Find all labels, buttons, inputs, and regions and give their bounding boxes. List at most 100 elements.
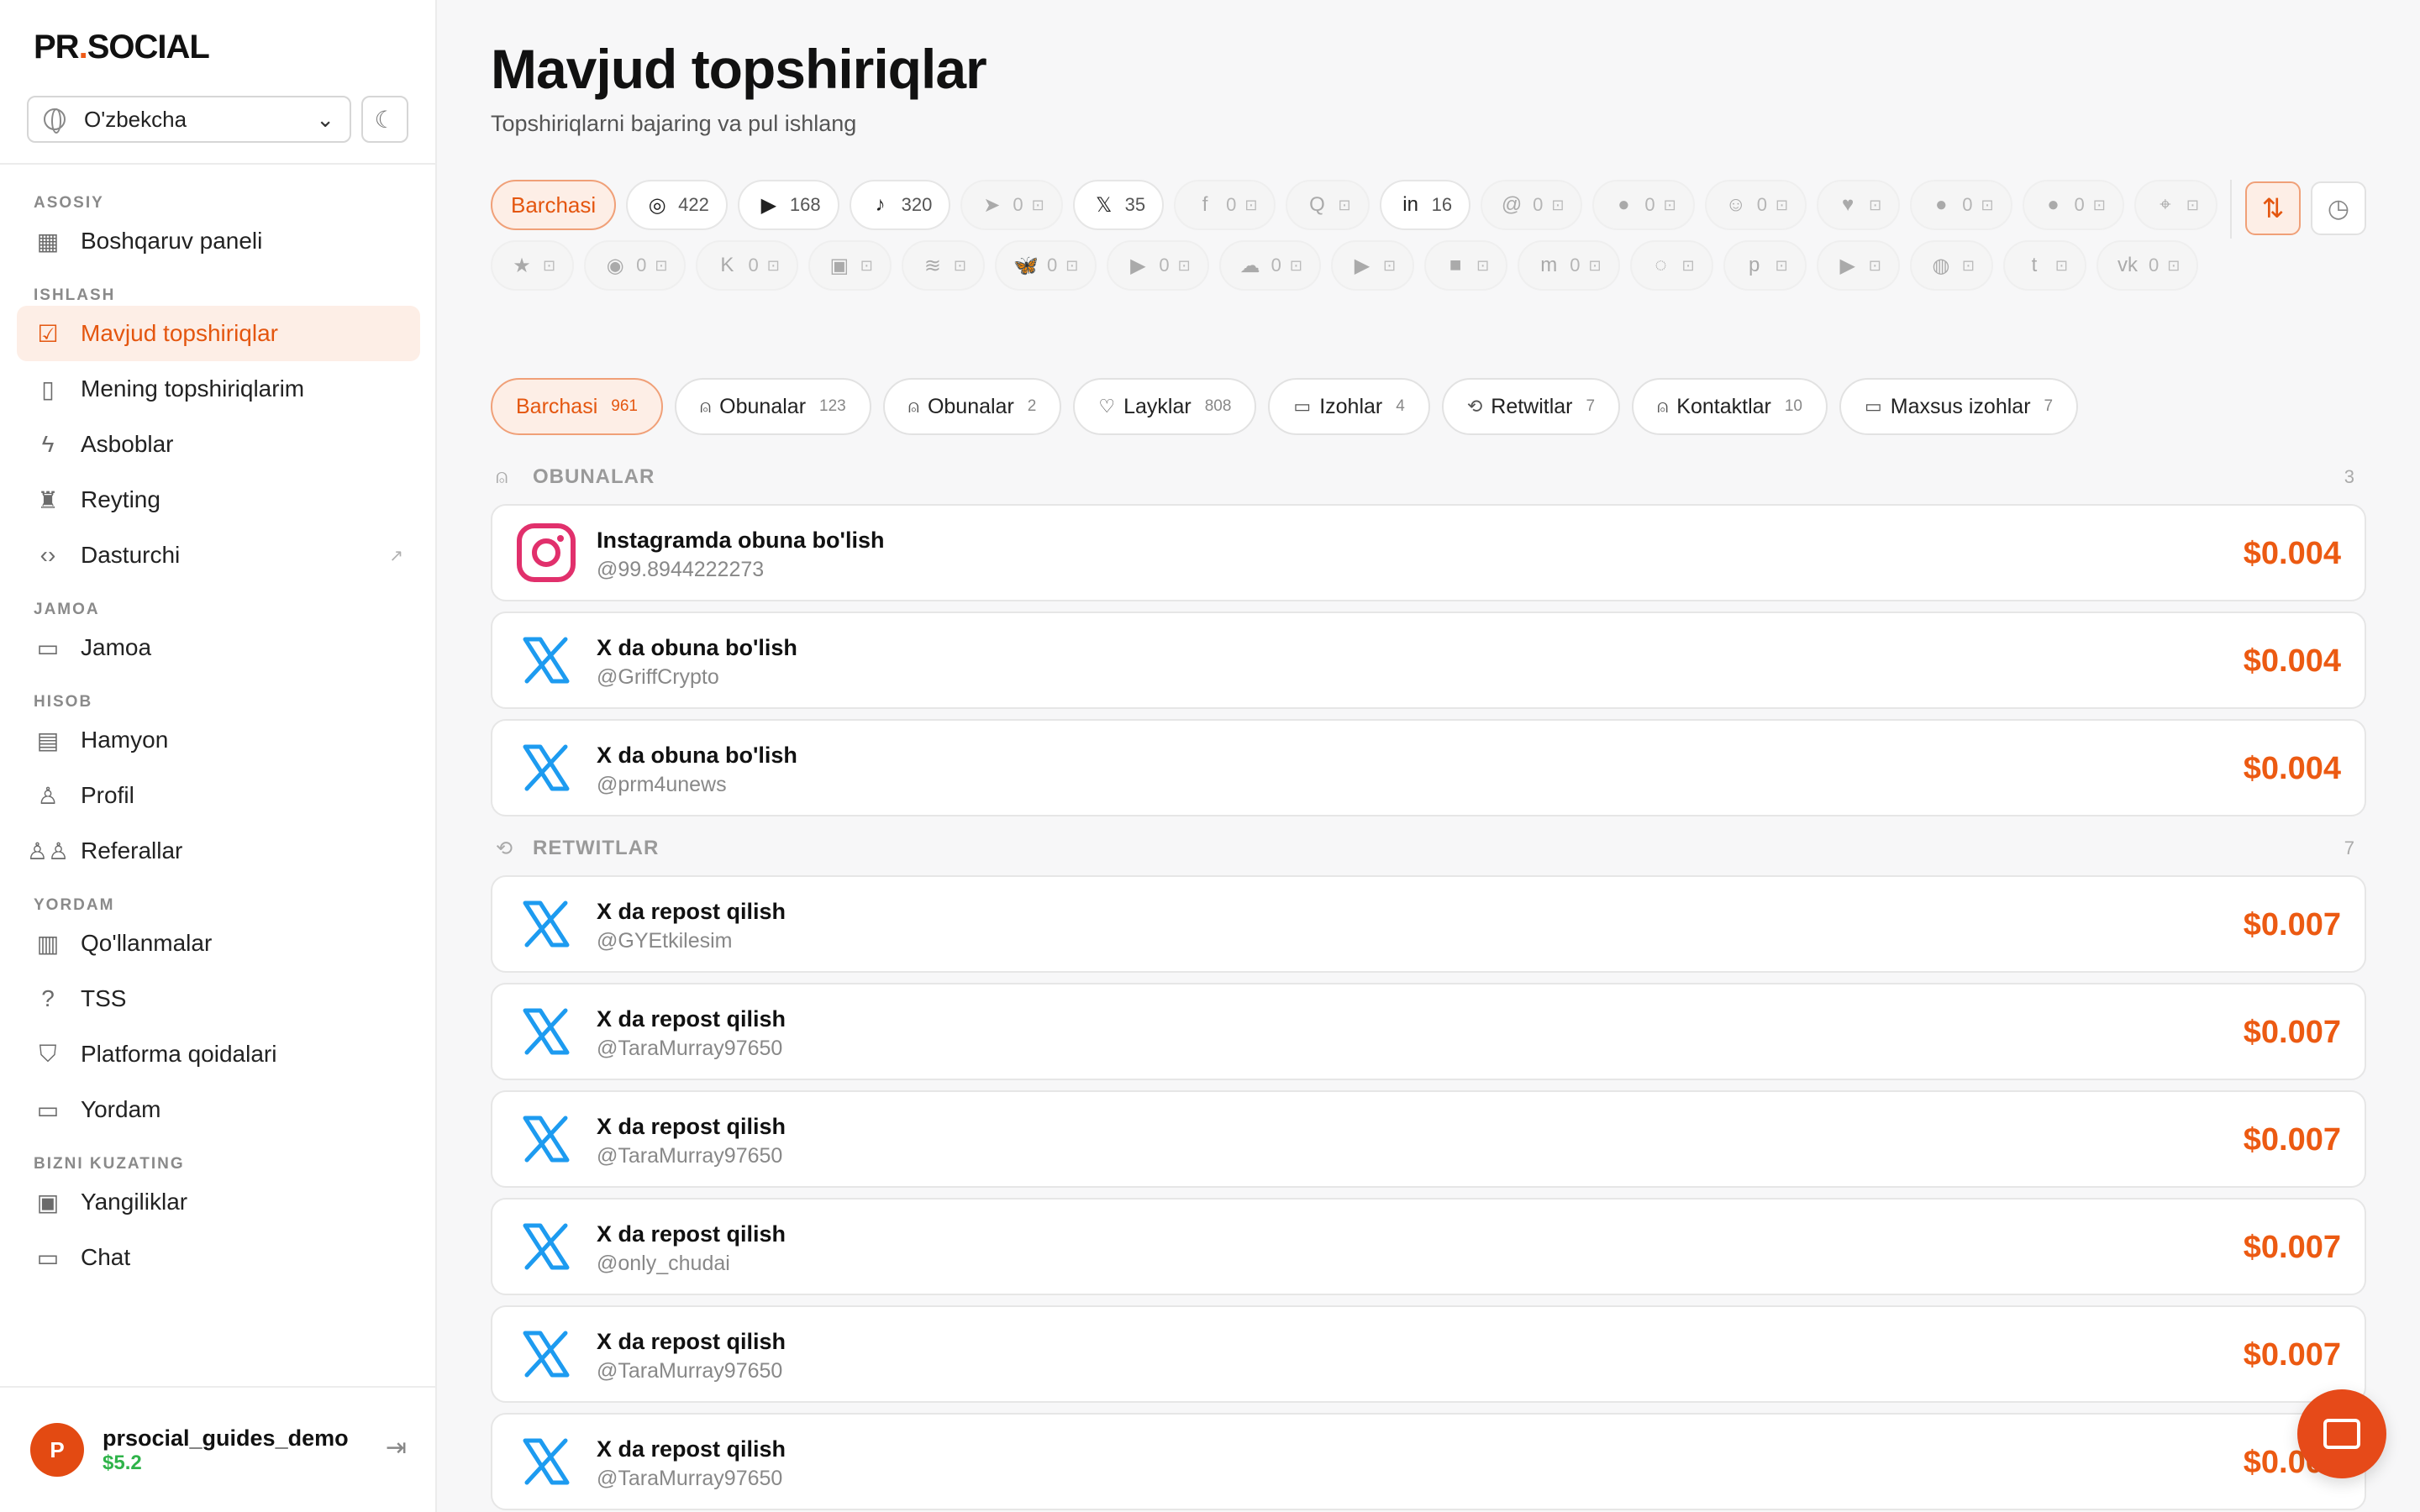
platform-chip[interactable]: f 0 ⊡ (1174, 180, 1276, 230)
sidebar-item-label: Referallar (81, 837, 183, 864)
task-type-tab[interactable]: ⟲ Retwitlar 7 (1441, 378, 1621, 435)
lock-icon: ⊡ (1868, 256, 1881, 274)
task-title: X da repost qilish (597, 1006, 786, 1032)
theme-toggle-button[interactable]: ☾ (361, 96, 408, 143)
task-card[interactable]: X da repost qilish @TaraMurray97650 $0.007 (491, 983, 2366, 1080)
platform-chip[interactable]: ▶ ⊡ (1816, 240, 1900, 291)
task-card[interactable]: X da repost qilish @TaraMurray97650 $0.007 (491, 1413, 2366, 1510)
platform-chip[interactable]: ● 0 ⊡ (1592, 180, 1695, 230)
sort-button[interactable]: ⇅ (2245, 181, 2301, 235)
task-card[interactable]: X da repost qilish @TaraMurray97650 $0.007 (491, 1305, 2366, 1403)
platform-chip[interactable]: ♥ ⊡ (1817, 180, 1901, 230)
platform-chip[interactable]: Q ⊡ (1286, 180, 1370, 230)
platform-chip[interactable]: ▶ 0 ⊡ (1107, 240, 1209, 291)
grid-icon: ▦ (36, 228, 60, 255)
platform-chip[interactable]: ☁ 0 ⊡ (1218, 240, 1321, 291)
task-type-tab[interactable]: ▭ Maxsus izohlar 7 (1839, 378, 2079, 435)
task-title: X da repost qilish (597, 1436, 786, 1462)
sidebar-item-jamoa[interactable]: ▭ Jamoa (17, 620, 420, 675)
sidebar-item-referallar[interactable]: ♙♙ Referallar (17, 823, 420, 879)
task-type-tab[interactable]: Barchasi 961 (491, 378, 663, 435)
sidebar-item-label: Platforma qoidalari (81, 1041, 277, 1067)
platform-count: 0 (1756, 194, 1767, 215)
brand-logo[interactable]: PR.SOCIAL (34, 29, 210, 66)
platform-filter: Barchasi ◎ 422 ▶ 168 ♪ 320 ➤ 0 ⊡ 𝕏 35 f 0 ⊡ Q ⊡ in 16 @0 ⊡ ● 0… (491, 180, 2264, 291)
location-icon: ⌖ (2160, 193, 2171, 216)
sidebar-item-label: Dasturchi (81, 542, 181, 568)
discord-icon: ◉ (606, 254, 624, 277)
task-type-tab[interactable]: ⍝ Kontaktlar 10 (1632, 378, 1828, 435)
task-card[interactable]: Instagramda obuna bo'lish @99.8944222273 $… (491, 504, 2366, 601)
platform-chip[interactable]: ⌖ ⊡ (2133, 180, 2217, 230)
task-card[interactable]: X da obuna bo'lish @GriffCrypto $0.004 (491, 612, 2366, 709)
platform-chip[interactable]: ≋ ⊡ (901, 240, 985, 291)
platform-chip[interactable]: ♪ 320 (849, 180, 951, 230)
pinterest-icon: p (1748, 254, 1760, 276)
language-select[interactable]: O'zbekcha ⌄ (27, 96, 351, 143)
book-icon: ▥ (36, 930, 60, 957)
task-type-tab[interactable]: ▭ Izohlar 4 (1268, 378, 1430, 435)
sidebar-item-hamyon[interactable]: ▤ Hamyon (17, 712, 420, 768)
sidebar-item-chat[interactable]: ▭ Chat (17, 1230, 420, 1285)
platform-chip[interactable]: ◌ ⊡ (1629, 240, 1713, 291)
platform-chip[interactable]: ▣ ⊡ (808, 240, 892, 291)
task-type-label: Layklar (1123, 394, 1192, 418)
sidebar-item-label: Profil (81, 782, 134, 808)
platform-chip[interactable]: ◍ ⊡ (1909, 240, 1993, 291)
task-type-count: 7 (2044, 397, 2054, 415)
platform-chip[interactable]: K 0 ⊡ (696, 240, 798, 291)
platform-chip[interactable]: p ⊡ (1723, 240, 1807, 291)
avatar[interactable]: P (30, 1423, 84, 1477)
sidebar-item-yordam[interactable]: ▭ Yordam (17, 1082, 420, 1137)
task-type-tab[interactable]: ♡ Layklar 808 (1073, 378, 1257, 435)
task-card[interactable]: X da repost qilish @only_chudai $0.007 (491, 1198, 2366, 1295)
sidebar-item-profil[interactable]: ♙ Profil (17, 768, 420, 823)
globe-icon (44, 108, 66, 134)
task-handle: @prm4unews (597, 773, 727, 796)
platform-chip[interactable]: ▶ 168 (737, 180, 839, 230)
platform-chip[interactable]: ➤ 0 ⊡ (960, 180, 1063, 230)
sidebar-item-mavjud-topshiriqlar[interactable]: ☑ Mavjud topshiriqlar (17, 306, 420, 361)
platform-chip[interactable]: @0 ⊡ (1481, 180, 1583, 230)
sidebar-item-yangiliklar[interactable]: ▣ Yangiliklar (17, 1174, 420, 1230)
task-card[interactable]: X da repost qilish @GYEtkilesim $0.007 (491, 875, 2366, 973)
sidebar-item-mening-topshiriqlarim[interactable]: ▯ Mening topshiriqlarim (17, 361, 420, 417)
platform-chip[interactable]: ● 0 ⊡ (1910, 180, 2012, 230)
platform-chip[interactable]: 𝕏 35 (1072, 180, 1165, 230)
history-button[interactable]: ◷ (2311, 181, 2366, 235)
platform-chip[interactable]: in 16 (1379, 180, 1471, 230)
lock-icon: ⊡ (2167, 256, 2181, 274)
sidebar-item-reyting[interactable]: ♜ Reyting (17, 472, 420, 528)
task-card[interactable]: X da obuna bo'lish @prm4unews $0.004 (491, 719, 2366, 816)
task-type-tab[interactable]: ⍝ Obunalar 2 (882, 378, 1062, 435)
sidebar-item-dasturchi[interactable]: ‹› Dasturchi ↗ (17, 528, 420, 583)
youtube-icon: ▶ (760, 193, 777, 217)
platform-chip[interactable]: m 0 ⊡ (1518, 240, 1620, 291)
sidebar-item-label: Yordam (81, 1096, 161, 1122)
platform-chip[interactable]: ★ ⊡ (491, 240, 575, 291)
sidebar-item-asboblar[interactable]: ϟ Asboblar (17, 417, 420, 472)
platform-chip[interactable]: ◎ 422 (626, 180, 728, 230)
task-card[interactable]: X da repost qilish @TaraMurray97650 $0.007 (491, 1090, 2366, 1188)
platform-chip[interactable]: ◉ 0 ⊡ (584, 240, 687, 291)
sidebar-item-qo-llanmalar[interactable]: ▥ Qo'llanmalar (17, 916, 420, 971)
chat-fab-button[interactable] (2297, 1389, 2386, 1478)
platform-chip[interactable]: t ⊡ (2002, 240, 2086, 291)
task-price: $0.004 (2243, 643, 2341, 679)
platform-chip[interactable]: 🦋 0 ⊡ (994, 240, 1097, 291)
platform-count: 320 (901, 194, 933, 215)
lock-icon: ⊡ (1383, 256, 1397, 274)
sidebar-item-boshqaruv-paneli[interactable]: ▦ Boshqaruv paneli (17, 213, 420, 269)
platform-chip[interactable]: ▶ ⊡ (1331, 240, 1415, 291)
sidebar-item-tss[interactable]: ? TSS (17, 971, 420, 1026)
platform-chip-all[interactable]: Barchasi (491, 180, 617, 230)
sidebar-item-platforma-qoidalari[interactable]: ⛉ Platforma qoidalari (17, 1026, 420, 1082)
platform-chip[interactable]: vk 0 ⊡ (2096, 240, 2199, 291)
chat-bubble-icon: ● (2047, 193, 2060, 216)
platform-chip[interactable]: ● 0 ⊡ (2022, 180, 2124, 230)
task-type-tab[interactable]: ⍝ Obunalar 123 (674, 378, 871, 435)
repeat-icon: ⟲ (496, 837, 513, 860)
logout-icon[interactable]: ⇥ (386, 1433, 407, 1462)
platform-chip[interactable]: ☺ 0 ⊡ (1704, 180, 1807, 230)
platform-chip[interactable]: ■ ⊡ (1424, 240, 1508, 291)
